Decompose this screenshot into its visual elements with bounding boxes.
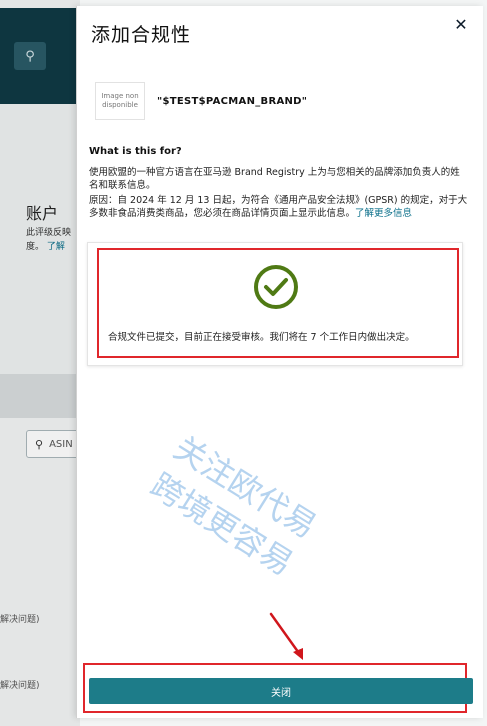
brand-name: "$TEST$PACMAN_BRAND" bbox=[157, 95, 308, 107]
close-icon[interactable]: ✕ bbox=[451, 14, 471, 34]
modal-title: 添加合规性 bbox=[91, 24, 192, 46]
learn-more-link[interactable]: 了解更多信息 bbox=[355, 208, 412, 219]
info-text: 使用欧盟的一种官方语言在亚马逊 Brand Registry 上为与您相关的品牌… bbox=[89, 166, 469, 220]
status-message: 合规文件已提交，目前正在接受审核。我们将在 7 个工作日内做出决定。 bbox=[108, 332, 415, 343]
modal-backdrop bbox=[0, 0, 80, 726]
add-compliance-modal: 添加合规性 ✕ Image non disponible "$TEST$PACM… bbox=[76, 6, 483, 718]
check-circle-icon bbox=[254, 265, 298, 309]
status-card: 合规文件已提交，目前正在接受审核。我们将在 7 个工作日内做出决定。 bbox=[87, 242, 463, 366]
info-line-1: 使用欧盟的一种官方语言在亚马逊 Brand Registry 上为与您相关的品牌… bbox=[89, 167, 460, 191]
brand-image-placeholder: Image non disponible bbox=[95, 82, 145, 120]
close-button[interactable]: 关闭 bbox=[89, 678, 473, 704]
info-line-2: 原因：自 2024 年 12 月 13 日起，为符合《通用产品安全法规》(GPS… bbox=[89, 194, 469, 220]
annotation-arrow-icon bbox=[269, 612, 303, 660]
brand-row: Image non disponible "$TEST$PACMAN_BRAND… bbox=[95, 82, 307, 120]
info-heading: What is this for? bbox=[89, 146, 182, 157]
